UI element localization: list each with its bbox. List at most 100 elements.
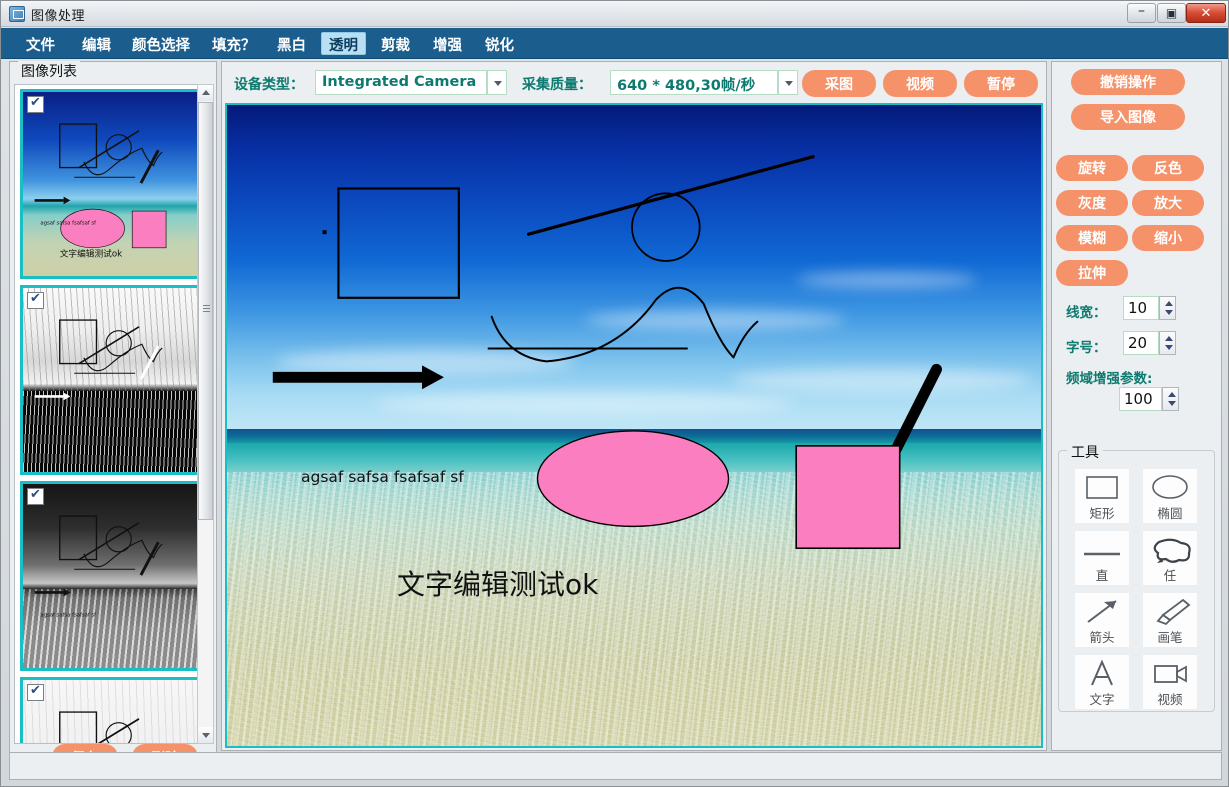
canvas-annotations	[272, 155, 942, 550]
tool-label: 直	[1095, 568, 1109, 583]
svg-text:文字编辑测试ok: 文字编辑测试ok	[60, 248, 122, 260]
grayscale-button[interactable]: 灰度	[1056, 190, 1128, 216]
text-icon	[1075, 658, 1129, 688]
maximize-icon: ▣	[1165, 6, 1178, 20]
undo-button[interactable]: 撤销操作	[1071, 69, 1185, 95]
image-list-title: 图像列表	[18, 61, 80, 81]
thumbnail-item-bw[interactable]	[20, 285, 200, 475]
font-size-input[interactable]: 20	[1123, 331, 1159, 355]
thumbnail-annotations	[59, 711, 140, 743]
thumbnail-checkbox[interactable]	[27, 95, 44, 113]
menu-item-file[interactable]: 文件	[19, 32, 62, 55]
font-size-label: 字号：	[1066, 340, 1107, 356]
stretch-button[interactable]: 拉伸	[1056, 260, 1128, 286]
invert-button[interactable]: 反色	[1132, 155, 1204, 181]
arrow-icon	[1075, 596, 1129, 626]
thumbnail-item-grayscale[interactable]: agsaf safsa fsafsaf sf	[20, 481, 200, 671]
tool-brush[interactable]: 画笔	[1143, 593, 1197, 647]
image-canvas[interactable]: agsaf safsa fsafsaf sf 文字编辑测试ok	[225, 103, 1043, 748]
tool-text[interactable]: 文字	[1075, 655, 1129, 709]
line-width-label: 线宽：	[1066, 305, 1107, 321]
rectangle-icon	[1075, 472, 1129, 502]
tool-label: 矩形	[1089, 506, 1115, 521]
maximize-button[interactable]: ▣	[1157, 3, 1186, 23]
tools-group: 工具 矩形 椭圆 直 任 箭头 画笔 文字 视频	[1058, 442, 1215, 712]
video-button[interactable]: 视频	[883, 70, 957, 97]
scrollbar-thumb[interactable]	[198, 102, 213, 520]
capture-quality-value: 640 * 480,30帧/秒	[617, 78, 756, 94]
status-bar	[9, 752, 1222, 780]
thumbnail-list[interactable]: agsaf safsa fsafsaf sf 文字编辑测试ok	[14, 84, 214, 744]
capture-toolstrip: 设备类型： Integrated Camera 采集质量： 640 * 480,…	[222, 62, 1046, 102]
thumbnail-annotations: agsaf safsa fsafsaf sf 文字编辑测试ok	[34, 123, 167, 260]
capture-panel: 设备类型： Integrated Camera 采集质量： 640 * 480,…	[221, 61, 1047, 751]
tool-label: 视频	[1157, 692, 1183, 707]
menu-bar: 文件 编辑 颜色选择 填充？ 黑白 透明 剪裁 增强 锐化	[1, 28, 1228, 59]
capture-quality-select[interactable]: 640 * 480,30帧/秒	[610, 70, 798, 95]
menu-item-transparent[interactable]: 透明	[321, 32, 366, 55]
capture-image-button[interactable]: 采图	[802, 70, 876, 97]
blur-button[interactable]: 模糊	[1056, 225, 1128, 251]
freeform-icon	[1143, 534, 1197, 564]
device-type-select[interactable]: Integrated Camera	[315, 70, 507, 95]
title-bar: 图像处理 – ▣ ✕	[1, 1, 1228, 27]
image-list-panel: 图像列表 agsaf safsa fsafsaf sf	[9, 61, 217, 779]
thumbnail-scrollbar[interactable]	[197, 84, 214, 744]
zoom-out-button[interactable]: 缩小	[1132, 225, 1204, 251]
menu-item-edit[interactable]: 编辑	[75, 32, 118, 55]
thumbnail-annotations	[34, 319, 163, 401]
thumbnail-checkbox[interactable]	[27, 683, 44, 701]
menu-item-fill[interactable]: 填充？	[205, 32, 263, 55]
window-title: 图像处理	[31, 9, 86, 24]
canvas-cjk-text: 文字编辑测试ok	[397, 568, 599, 601]
minimize-icon: –	[1138, 3, 1145, 19]
line-icon	[1075, 534, 1129, 564]
frequency-enhance-input[interactable]: 100	[1119, 387, 1162, 411]
capture-quality-label: 采集质量：	[522, 77, 592, 93]
brush-icon	[1143, 596, 1197, 626]
minimize-button[interactable]: –	[1127, 3, 1156, 23]
canvas-latin-text: agsaf safsa fsafsaf sf	[301, 468, 464, 486]
tool-line[interactable]: 直	[1075, 531, 1129, 585]
close-button[interactable]: ✕	[1186, 3, 1226, 23]
scroll-up-button[interactable]	[198, 85, 213, 101]
tool-label: 文字	[1089, 692, 1115, 707]
zoom-in-button[interactable]: 放大	[1132, 190, 1204, 216]
menu-item-crop[interactable]: 剪裁	[374, 32, 417, 55]
chevron-down-icon[interactable]	[487, 70, 507, 95]
device-type-value: Integrated Camera	[322, 74, 477, 90]
import-image-button[interactable]: 导入图像	[1071, 104, 1185, 130]
app-window: 图像处理 – ▣ ✕ 文件 编辑 颜色选择 填充？ 黑白 透明 剪裁 增强 锐化…	[0, 0, 1229, 787]
tool-video[interactable]: 视频	[1143, 655, 1197, 709]
thumbnail-item-original[interactable]: agsaf safsa fsafsaf sf 文字编辑测试ok	[20, 89, 200, 279]
font-size-stepper[interactable]	[1159, 331, 1176, 355]
thumbnail-checkbox[interactable]	[27, 291, 44, 309]
menu-item-blackwhite[interactable]: 黑白	[270, 32, 313, 55]
menu-item-enhance[interactable]: 增强	[426, 32, 469, 55]
ellipse-icon	[1143, 472, 1197, 502]
tool-label: 画笔	[1157, 630, 1183, 645]
tool-label: 箭头	[1089, 630, 1115, 645]
thumbnail-item-sketch[interactable]	[20, 677, 200, 743]
tool-rectangle[interactable]: 矩形	[1075, 469, 1129, 523]
tool-label: 椭圆	[1157, 506, 1183, 521]
close-icon: ✕	[1200, 6, 1212, 21]
scroll-down-button[interactable]	[198, 727, 213, 743]
menu-item-color[interactable]: 颜色选择	[125, 32, 197, 55]
rotate-button[interactable]: 旋转	[1056, 155, 1128, 181]
frequency-enhance-stepper[interactable]	[1162, 387, 1179, 411]
tool-label: 任	[1163, 568, 1177, 583]
line-width-stepper[interactable]	[1159, 296, 1176, 320]
tool-arrow[interactable]: 箭头	[1075, 593, 1129, 647]
menu-item-sharpen[interactable]: 锐化	[478, 32, 521, 55]
image-app-icon	[9, 6, 25, 22]
frequency-enhance-label: 频域增强参数:	[1066, 371, 1153, 387]
thumbnail-checkbox[interactable]	[27, 487, 44, 505]
operations-panel: 撤销操作 导入图像 旋转 反色 灰度 放大 模糊 缩小 拉伸 线宽： 10 字号…	[1051, 61, 1222, 751]
video-icon	[1143, 658, 1197, 688]
tool-freeform[interactable]: 任	[1143, 531, 1197, 585]
tool-ellipse[interactable]: 椭圆	[1143, 469, 1197, 523]
chevron-down-icon[interactable]	[778, 70, 798, 95]
pause-button[interactable]: 暂停	[964, 70, 1038, 97]
line-width-input[interactable]: 10	[1123, 296, 1159, 320]
